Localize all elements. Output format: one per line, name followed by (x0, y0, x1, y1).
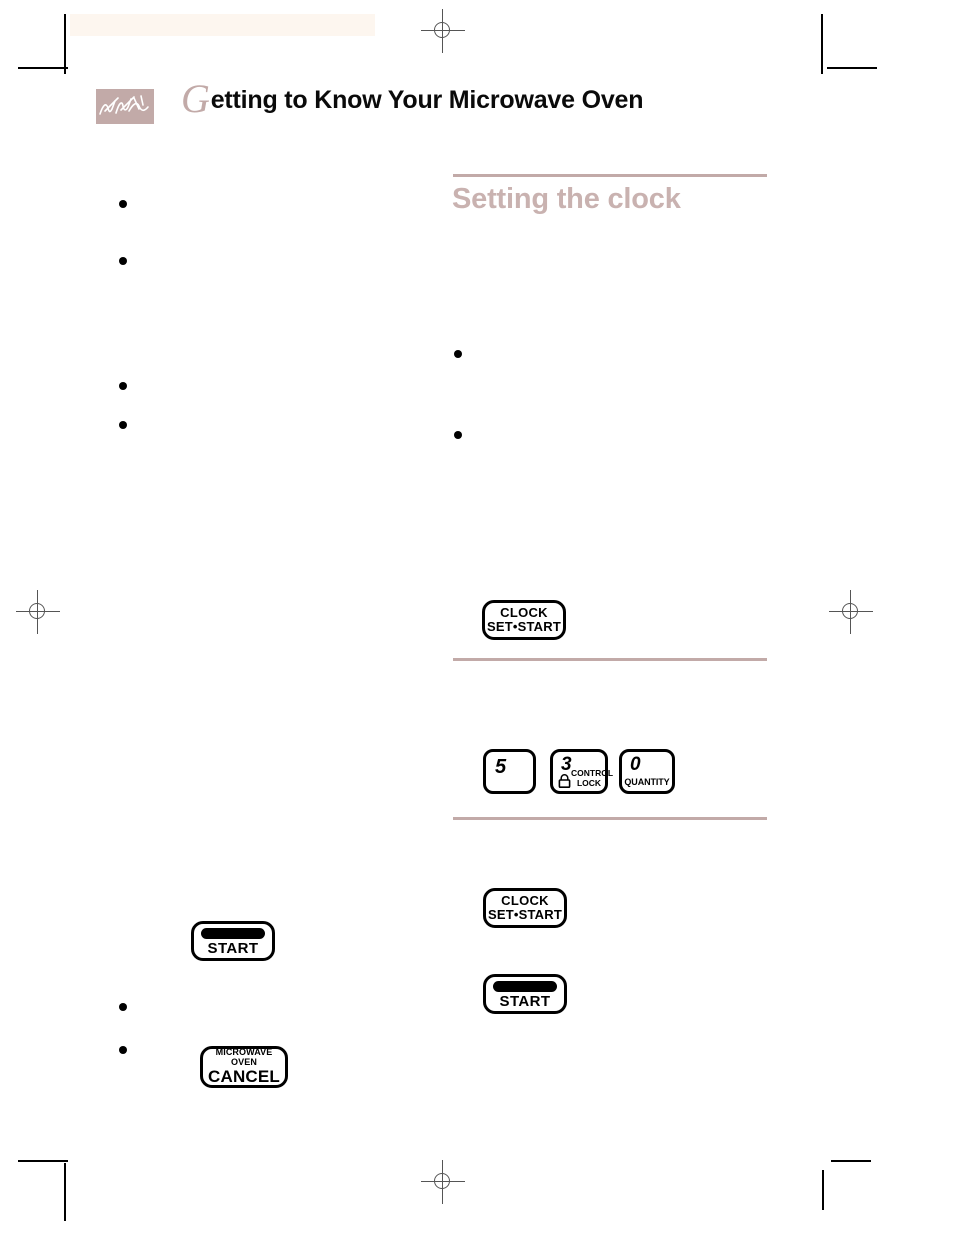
crop-mark-top-right-vertical (821, 14, 823, 74)
list-item-bullet (119, 1003, 127, 1011)
key-3-control-lock[interactable]: 3 CONTROL LOCK (550, 749, 613, 794)
document-page: Getting to Know Your Microwave Oven STAR… (0, 0, 954, 1235)
start-button-bar (493, 981, 557, 992)
step-divider-1 (453, 658, 767, 661)
list-item-bullet (454, 350, 462, 358)
key-3-label-line2: LOCK (576, 777, 602, 788)
key-3-label: CONTROL LOCK (571, 768, 613, 788)
clock-set-start-button-step1[interactable]: CLOCK SET•START (482, 600, 566, 640)
key-0-quantity[interactable]: 0 QUANTITY (619, 749, 675, 794)
cancel-button-line1: MICROWAVE OVEN (215, 1047, 273, 1067)
registration-mark-right (829, 590, 873, 634)
clock-set-start-button-step3[interactable]: CLOCK SET•START (483, 888, 567, 928)
section-heading-rule (453, 174, 767, 177)
title-dropcap: G (181, 76, 210, 121)
key-5-digit: 5 (495, 756, 507, 778)
title-text: etting to Know Your Microwave Oven (210, 86, 644, 114)
list-item-bullet (119, 1046, 127, 1054)
color-calibration-band (70, 14, 375, 36)
crop-mark-bottom-right-vertical (822, 1170, 824, 1210)
registration-mark-left (16, 590, 60, 634)
clock-button-line1: CLOCK (500, 605, 548, 621)
page-title: Getting to Know Your Microwave Oven (181, 79, 644, 119)
step-divider-2 (453, 817, 767, 820)
key-0-digit: 0 (630, 754, 641, 775)
crop-mark-bottom-right-horizontal (831, 1160, 871, 1162)
start-button-bar (201, 928, 265, 939)
list-item-bullet (119, 257, 127, 265)
crop-mark-top-left-vertical (64, 14, 66, 74)
key-0-label: QUANTITY (624, 777, 670, 787)
crop-mark-top-right-horizontal (827, 67, 877, 69)
page-header: Getting to Know Your Microwave Oven (96, 79, 796, 134)
list-item-bullet (454, 431, 462, 439)
microwave-oven-cancel-button[interactable]: MICROWAVE OVEN CANCEL (200, 1046, 288, 1088)
registration-mark-top (421, 9, 465, 53)
start-button-left[interactable]: START (191, 921, 275, 961)
crop-mark-bottom-left-vertical (64, 1163, 66, 1221)
list-item-bullet (119, 421, 127, 429)
clock-button-line1: CLOCK (501, 893, 549, 909)
key-5[interactable]: 5 (483, 749, 536, 794)
registration-mark-bottom (421, 1160, 465, 1204)
list-item-bullet (119, 382, 127, 390)
key-3-digit: 3 (561, 754, 572, 775)
clock-button-line2: SET•START (487, 619, 561, 634)
start-button-label: START (499, 993, 551, 1010)
start-button-label: START (207, 940, 259, 957)
padlock-icon (558, 774, 571, 788)
start-button-right[interactable]: START (483, 974, 567, 1014)
section-heading: Setting the clock (452, 183, 681, 215)
signature-logo (96, 89, 154, 124)
crop-mark-bottom-left-horizontal (18, 1160, 68, 1162)
cancel-button-line2: CANCEL (207, 1067, 281, 1087)
list-item-bullet (119, 200, 127, 208)
clock-button-line2: SET•START (488, 907, 562, 922)
key-3-label-line1: CONTROL (571, 768, 614, 778)
crop-mark-top-left-horizontal (18, 67, 68, 69)
